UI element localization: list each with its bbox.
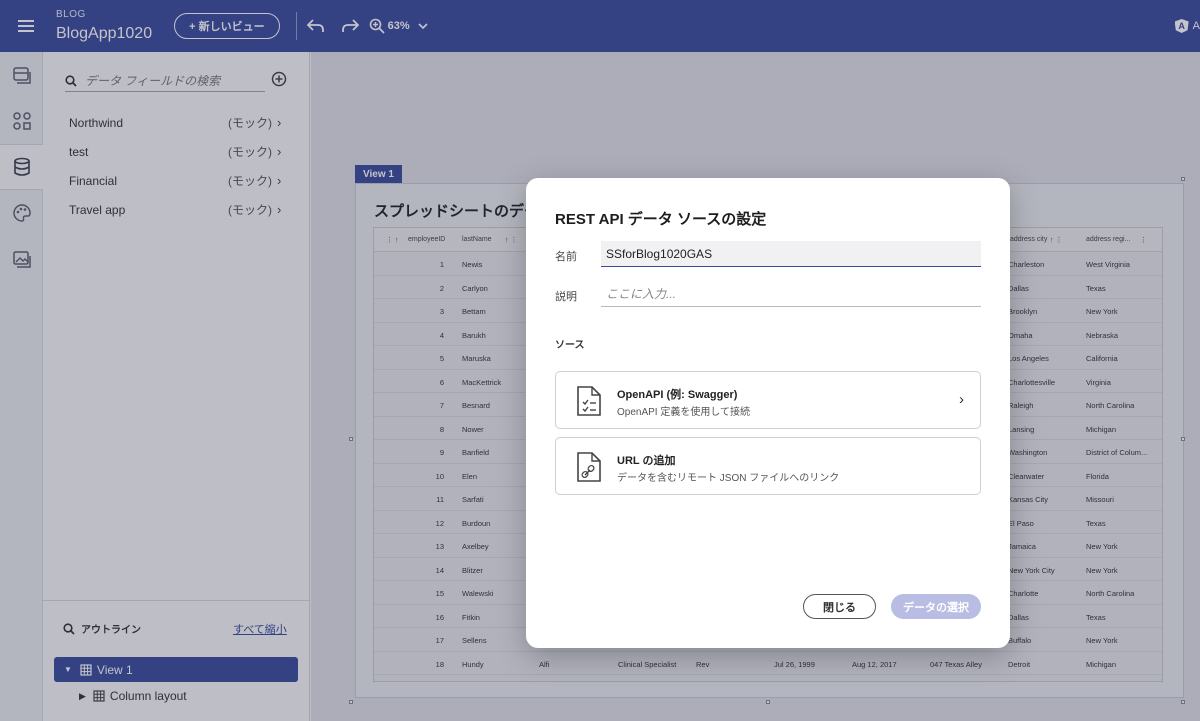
rest-api-dialog: REST API データ ソースの設定 名前 SSforBlog1020GAS … [526, 178, 1010, 648]
description-label: 説明 [555, 291, 577, 303]
option-subtitle: データを含むリモート JSON ファイルへのリンク [617, 473, 840, 484]
select-data-button[interactable]: データの選択 [891, 594, 981, 619]
close-button[interactable]: 閉じる [803, 594, 876, 619]
chevron-right-icon: › [959, 391, 964, 408]
name-label: 名前 [555, 251, 577, 263]
file-checklist-icon [577, 386, 601, 416]
option-title: OpenAPI (例: Swagger) [617, 389, 738, 401]
name-field[interactable]: SSforBlog1020GAS [601, 241, 981, 267]
openapi-option[interactable]: OpenAPI (例: Swagger) OpenAPI 定義を使用して接続 › [555, 371, 981, 429]
source-label: ソース [555, 340, 585, 351]
option-title: URL の追加 [617, 455, 676, 467]
url-option[interactable]: URL の追加 データを含むリモート JSON ファイルへのリンク [555, 437, 981, 495]
file-link-icon [577, 452, 601, 482]
description-field[interactable]: ここに入力... [601, 281, 981, 307]
option-subtitle: OpenAPI 定義を使用して接続 [617, 407, 751, 418]
dialog-title: REST API データ ソースの設定 [555, 211, 767, 228]
